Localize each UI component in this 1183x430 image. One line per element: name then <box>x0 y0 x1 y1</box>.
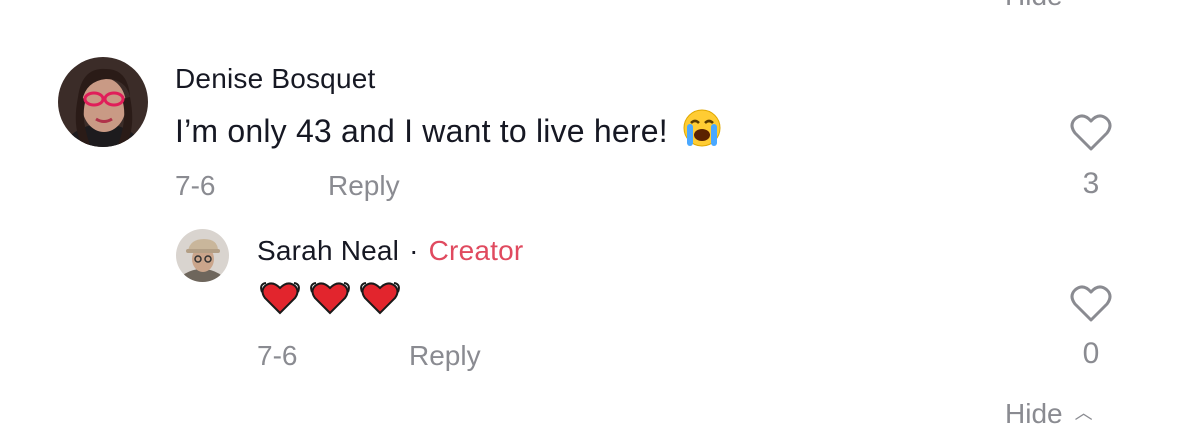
like-button[interactable] <box>1069 284 1113 324</box>
heart-outline-icon <box>1070 285 1112 322</box>
reply-button[interactable]: Reply <box>409 340 481 372</box>
chevron-up-icon: ︿ <box>1074 403 1093 423</box>
avatar[interactable] <box>58 57 148 147</box>
like-count: 3 <box>1082 167 1100 200</box>
comment-author[interactable]: Denise Bosquet <box>175 63 375 95</box>
like-button[interactable] <box>1069 113 1113 153</box>
avatar-photo <box>58 57 148 147</box>
like-count: 0 <box>1082 337 1100 370</box>
comment-body: I’m only 43 and I want to live here! <box>175 113 668 149</box>
hide-replies-link-top[interactable]: Hide <box>1005 0 1063 12</box>
heart-hands-icon <box>359 280 401 321</box>
hide-label: Hide <box>1005 0 1063 11</box>
reply-header: Sarah Neal · Creator <box>257 235 523 267</box>
loudly-crying-face-icon <box>682 108 722 156</box>
comment-text: I’m only 43 and I want to live here! <box>175 108 722 156</box>
reply-button[interactable]: Reply <box>328 170 400 202</box>
hide-replies-link-bottom[interactable]: Hide ︿ <box>1005 398 1093 430</box>
heart-hands-icon <box>309 280 351 321</box>
separator-dot: · <box>409 235 419 266</box>
reply-date: 7-6 <box>257 340 298 371</box>
reply-text <box>259 280 401 321</box>
creator-badge: Creator <box>428 235 524 266</box>
avatar[interactable] <box>176 229 229 282</box>
hide-label: Hide <box>1005 398 1063 429</box>
heart-hands-icon <box>259 280 301 321</box>
comment-date: 7-6 <box>175 170 216 201</box>
heart-outline-icon <box>1070 114 1112 151</box>
avatar-photo <box>176 229 229 282</box>
reply-author[interactable]: Sarah Neal <box>257 235 399 266</box>
